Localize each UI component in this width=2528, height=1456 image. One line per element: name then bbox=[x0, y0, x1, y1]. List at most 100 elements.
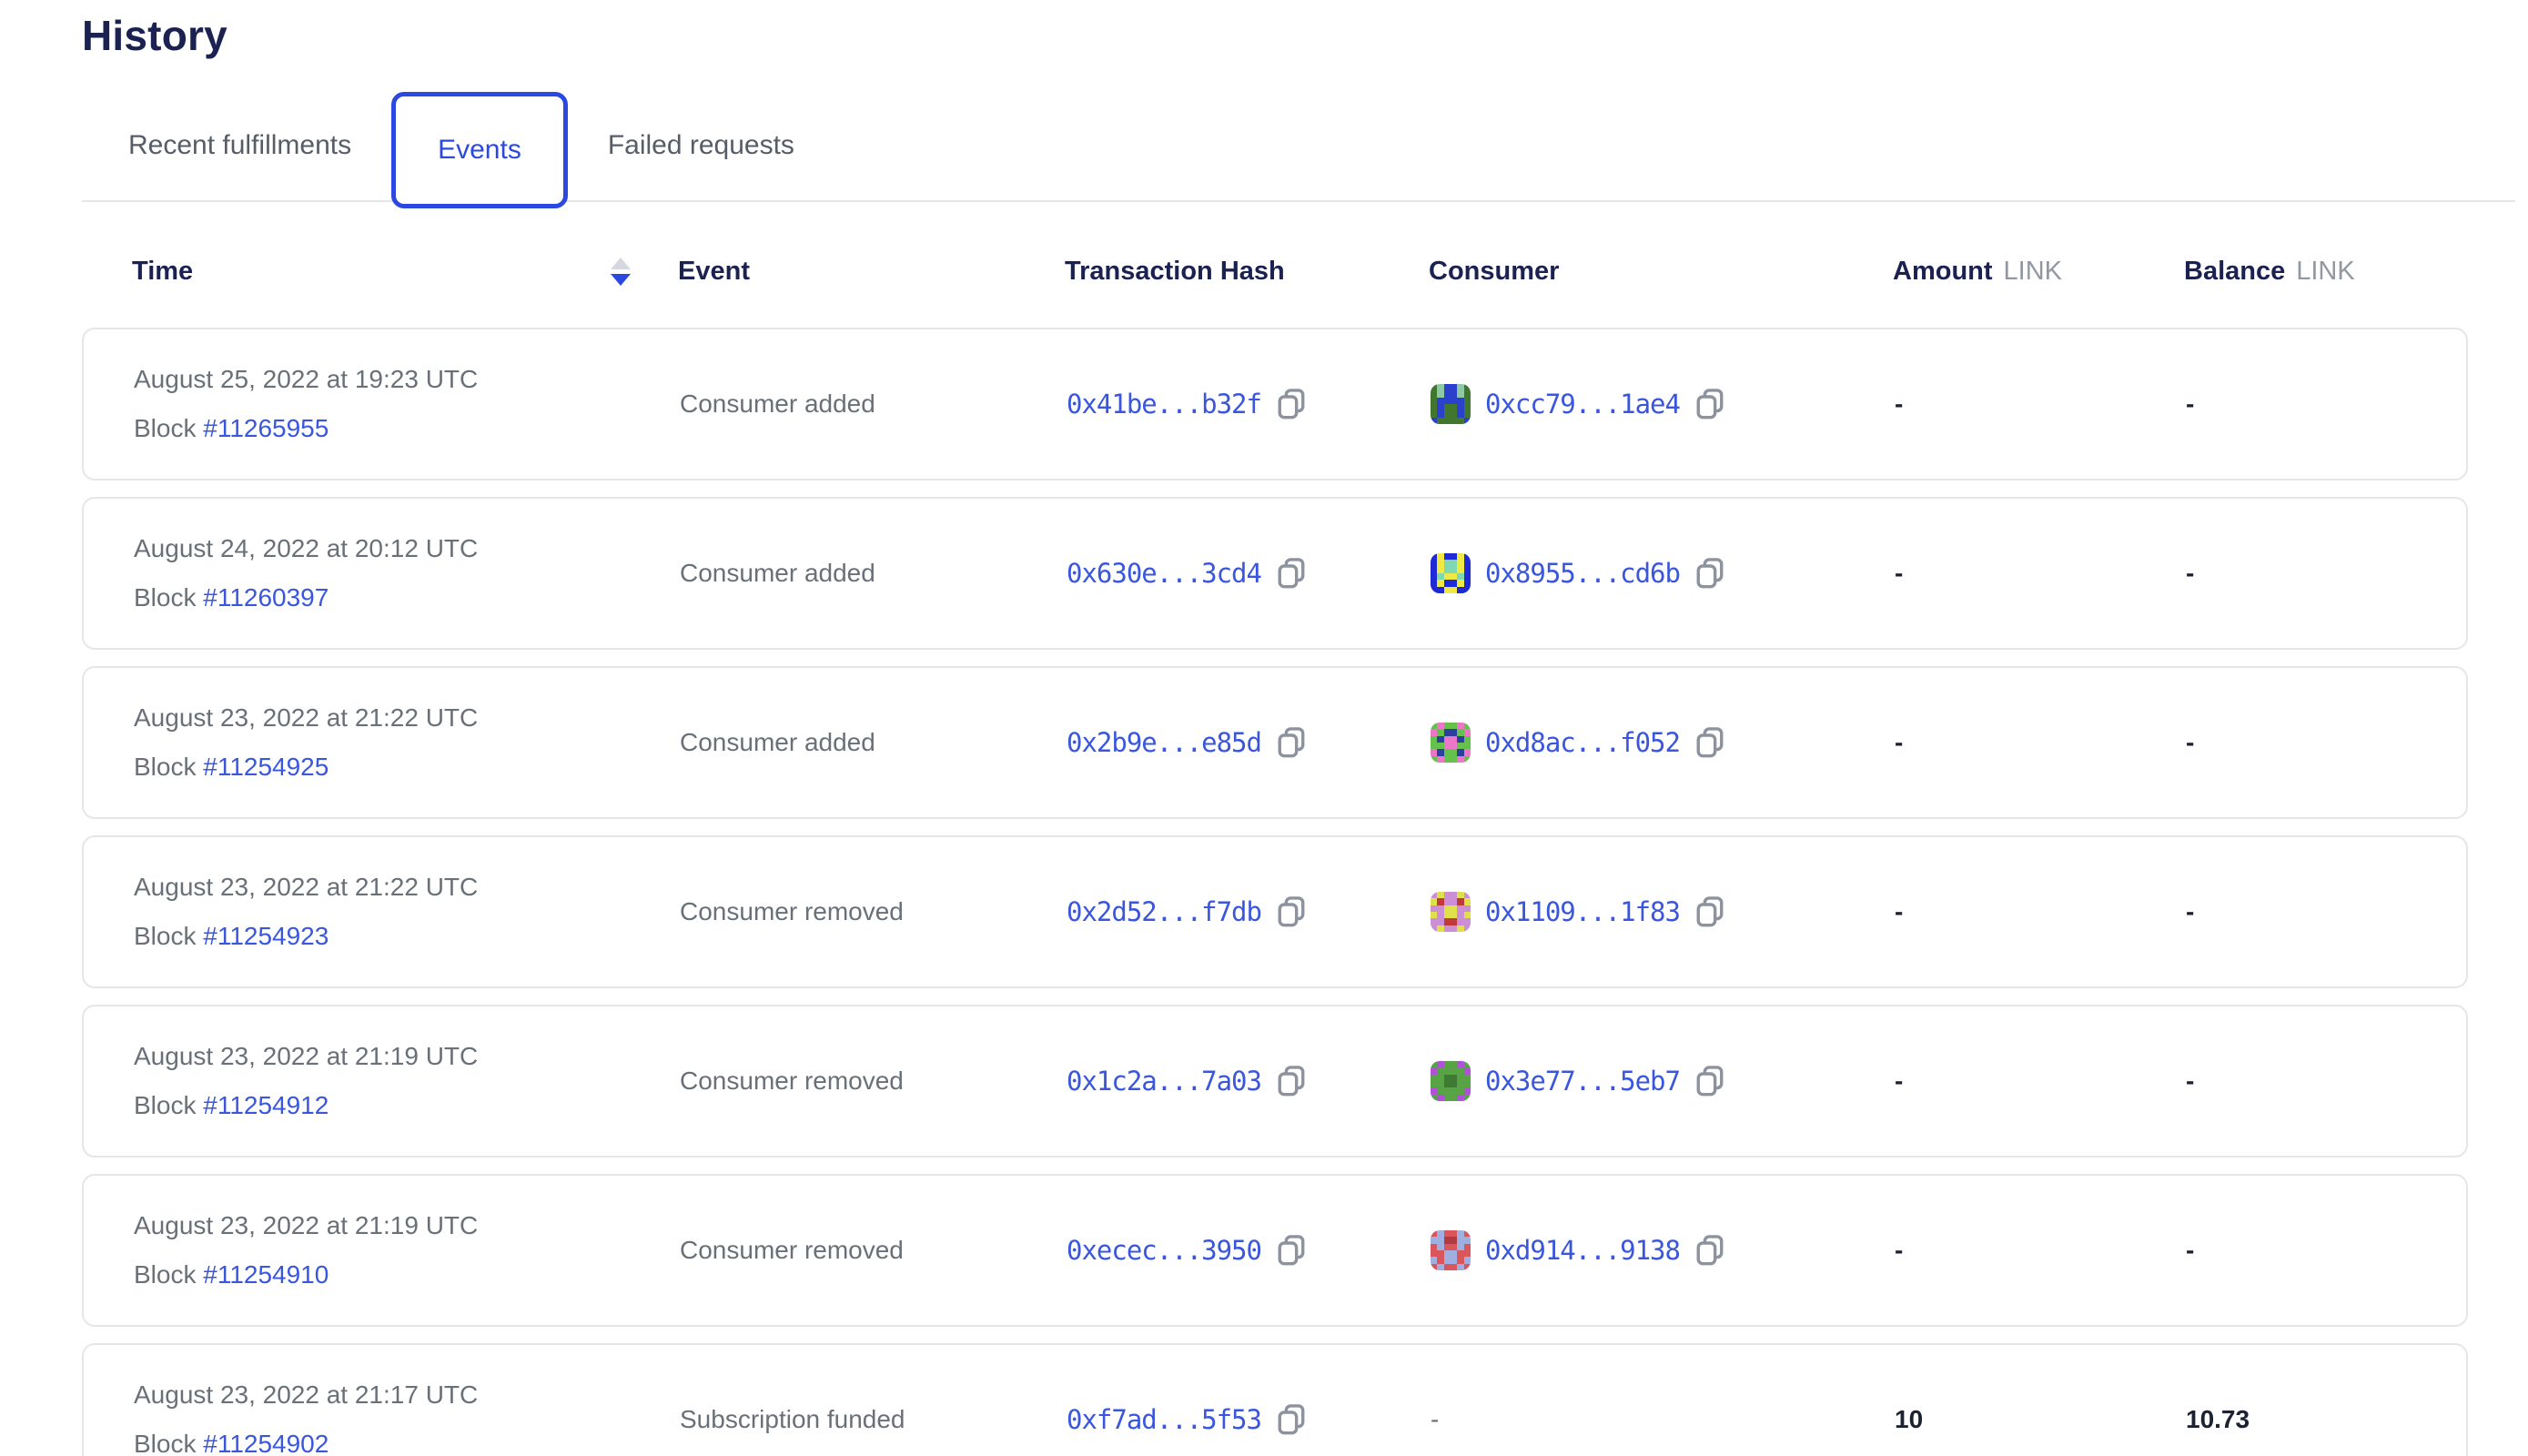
transaction-hash-link[interactable]: 0x2d52...f7db bbox=[1067, 896, 1261, 927]
consumer-identicon bbox=[1431, 892, 1471, 932]
transaction-hash-link[interactable]: 0xf7ad...5f53 bbox=[1067, 1404, 1261, 1435]
copy-icon bbox=[1694, 895, 1725, 929]
copy-button[interactable] bbox=[1694, 388, 1725, 421]
event-timestamp: August 25, 2022 at 19:23 UTC bbox=[134, 365, 680, 394]
transaction-hash-link[interactable]: 0x630e...3cd4 bbox=[1067, 558, 1261, 589]
consumer-identicon bbox=[1431, 723, 1471, 763]
block-line: Block #11260397 bbox=[134, 583, 680, 612]
event-timestamp: August 23, 2022 at 21:22 UTC bbox=[134, 873, 680, 902]
time-cell: August 24, 2022 at 20:12 UTC Block #11260… bbox=[134, 534, 680, 612]
block-number-link[interactable]: #11254923 bbox=[203, 922, 329, 950]
time-cell: August 25, 2022 at 19:23 UTC Block #11265… bbox=[134, 365, 680, 443]
transaction-hash-cell: 0x1c2a...7a03 bbox=[1067, 1065, 1431, 1098]
balance-value: - bbox=[2186, 728, 2466, 757]
copy-button[interactable] bbox=[1276, 726, 1307, 760]
event-rows: August 25, 2022 at 19:23 UTC Block #11265… bbox=[82, 328, 2468, 1456]
consumer-identicon bbox=[1431, 553, 1471, 593]
consumer-identicon bbox=[1431, 384, 1471, 424]
time-cell: August 23, 2022 at 21:19 UTC Block #11254… bbox=[134, 1211, 680, 1289]
copy-icon bbox=[1694, 1234, 1725, 1268]
amount-value: - bbox=[1895, 728, 2186, 757]
table-header-row: Time Event Transaction Hash Consumer Amo… bbox=[132, 235, 2468, 308]
time-cell: August 23, 2022 at 21:22 UTCBlock #11254… bbox=[134, 873, 680, 951]
consumer-address-link[interactable]: 0x8955...cd6b bbox=[1485, 558, 1680, 589]
copy-button[interactable] bbox=[1694, 895, 1725, 929]
block-number-link[interactable]: #11254902 bbox=[203, 1430, 329, 1456]
copy-button[interactable] bbox=[1276, 1403, 1307, 1437]
block-number-link[interactable]: #11254910 bbox=[203, 1260, 329, 1289]
table-row: August 24, 2022 at 20:12 UTC Block #11260… bbox=[82, 497, 2468, 650]
balance-unit-label: LINK bbox=[2296, 257, 2354, 287]
copy-button[interactable] bbox=[1694, 1234, 1725, 1268]
table-row: August 25, 2022 at 19:23 UTC Block #11265… bbox=[82, 328, 2468, 480]
event-timestamp: August 23, 2022 at 21:19 UTC bbox=[134, 1211, 680, 1240]
block-number-link[interactable]: #11265955 bbox=[203, 414, 329, 442]
copy-button[interactable] bbox=[1694, 726, 1725, 760]
page-title: History bbox=[82, 11, 228, 60]
tab-failed-requests[interactable]: Failed requests bbox=[590, 130, 813, 161]
amount-value: - bbox=[1895, 1236, 2186, 1265]
copy-button[interactable] bbox=[1276, 388, 1307, 421]
block-line: Block #11254910 bbox=[134, 1260, 680, 1289]
copy-button[interactable] bbox=[1276, 1234, 1307, 1268]
copy-icon bbox=[1694, 1065, 1725, 1098]
amount-value: - bbox=[1895, 389, 2186, 419]
consumer-identicon bbox=[1431, 1230, 1471, 1270]
copy-button[interactable] bbox=[1694, 557, 1725, 591]
block-number-link[interactable]: #11260397 bbox=[203, 583, 329, 612]
copy-button[interactable] bbox=[1694, 1065, 1725, 1098]
column-header-balance: Balance LINK bbox=[2184, 257, 2468, 287]
consumer-address-link[interactable]: 0xcc79...1ae4 bbox=[1485, 389, 1680, 420]
event-timestamp: August 24, 2022 at 20:12 UTC bbox=[134, 534, 680, 563]
block-label: Block bbox=[134, 753, 203, 781]
transaction-hash-cell: 0x2b9e...e85d bbox=[1067, 726, 1431, 760]
amount-value: 10 bbox=[1895, 1405, 2186, 1434]
tab-events[interactable]: Events bbox=[391, 92, 568, 208]
copy-icon bbox=[1276, 388, 1307, 421]
consumer-cell: 0x3e77...5eb7 bbox=[1431, 1061, 1895, 1101]
table-row: August 23, 2022 at 21:22 UTC Block #11254… bbox=[82, 666, 2468, 819]
history-page: History Recent fulfillments Events Faile… bbox=[0, 0, 2528, 1456]
block-label: Block bbox=[134, 1430, 203, 1456]
tab-bar: Recent fulfillments Events Failed reques… bbox=[82, 91, 2515, 202]
sort-control[interactable] bbox=[611, 258, 631, 286]
copy-button[interactable] bbox=[1276, 557, 1307, 591]
transaction-hash-link[interactable]: 0x41be...b32f bbox=[1067, 389, 1261, 420]
consumer-address-link[interactable]: 0x1109...1f83 bbox=[1485, 896, 1680, 927]
block-label: Block bbox=[134, 583, 203, 612]
amount-value: - bbox=[1895, 897, 2186, 926]
consumer-address-link[interactable]: 0xd914...9138 bbox=[1485, 1235, 1680, 1266]
copy-button[interactable] bbox=[1276, 895, 1307, 929]
copy-icon bbox=[1276, 1403, 1307, 1437]
copy-button[interactable] bbox=[1276, 1065, 1307, 1098]
consumer-empty-value: - bbox=[1431, 1405, 1439, 1434]
transaction-hash-link[interactable]: 0x1c2a...7a03 bbox=[1067, 1066, 1261, 1097]
transaction-hash-cell: 0xf7ad...5f53 bbox=[1067, 1403, 1431, 1437]
copy-icon bbox=[1694, 726, 1725, 760]
table-row: August 23, 2022 at 21:17 UTCBlock #11254… bbox=[82, 1343, 2468, 1456]
copy-icon bbox=[1694, 388, 1725, 421]
block-number-link[interactable]: #11254925 bbox=[203, 753, 329, 781]
transaction-hash-cell: 0x630e...3cd4 bbox=[1067, 557, 1431, 591]
table-row: August 23, 2022 at 21:19 UTC Block #11254… bbox=[82, 1005, 2468, 1158]
tab-recent-fulfillments[interactable]: Recent fulfillments bbox=[110, 130, 369, 161]
sort-down-icon bbox=[611, 274, 631, 286]
transaction-hash-cell: 0x41be...b32f bbox=[1067, 388, 1431, 421]
event-timestamp: August 23, 2022 at 21:19 UTC bbox=[134, 1042, 680, 1071]
event-timestamp: August 23, 2022 at 21:22 UTC bbox=[134, 703, 680, 733]
balance-value: - bbox=[2186, 559, 2466, 588]
copy-icon bbox=[1276, 726, 1307, 760]
block-number-link[interactable]: #11254912 bbox=[203, 1091, 329, 1119]
transaction-hash-link[interactable]: 0xecec...3950 bbox=[1067, 1235, 1261, 1266]
transaction-hash-link[interactable]: 0x2b9e...e85d bbox=[1067, 727, 1261, 758]
block-label: Block bbox=[134, 1091, 203, 1119]
transaction-hash-cell: 0xecec...3950 bbox=[1067, 1234, 1431, 1268]
consumer-address-link[interactable]: 0xd8ac...f052 bbox=[1485, 727, 1680, 758]
balance-value: - bbox=[2186, 1236, 2466, 1265]
event-type: Consumer added bbox=[680, 389, 1067, 419]
consumer-cell: 0x1109...1f83 bbox=[1431, 892, 1895, 932]
consumer-cell: 0xd8ac...f052 bbox=[1431, 723, 1895, 763]
block-label: Block bbox=[134, 414, 203, 442]
event-type: Consumer removed bbox=[680, 1067, 1067, 1096]
consumer-address-link[interactable]: 0x3e77...5eb7 bbox=[1485, 1066, 1680, 1097]
